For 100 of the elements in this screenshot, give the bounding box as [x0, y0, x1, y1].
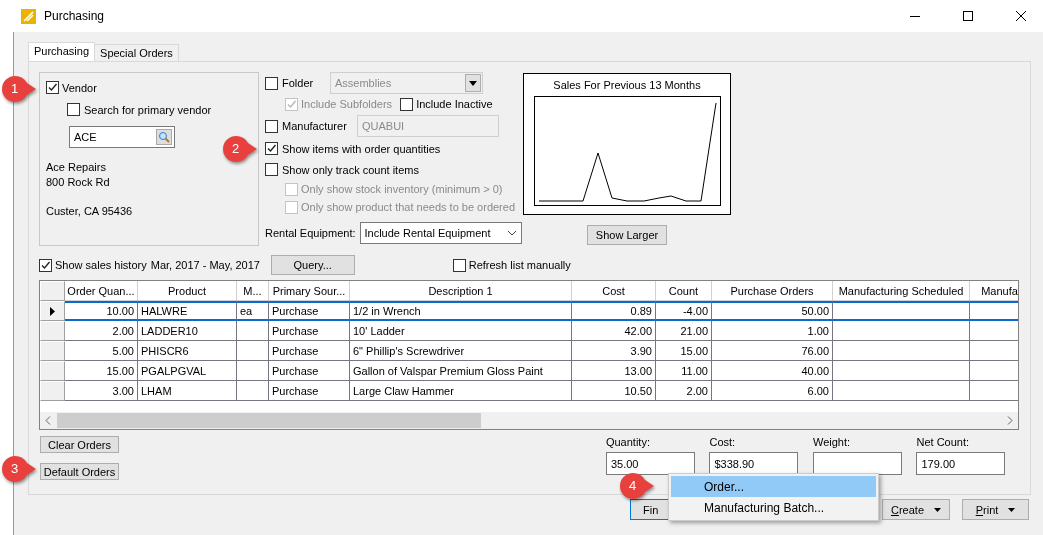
checkbox[interactable] — [452, 258, 466, 272]
caret-icon — [934, 507, 941, 512]
checkbox-label: Only show stock inventory (minimum > 0) — [301, 183, 503, 195]
table-cell: Large Claw Hammer — [350, 381, 572, 401]
column-header[interactable]: Count — [656, 281, 712, 301]
vendor-search-field[interactable]: ACE — [69, 126, 175, 148]
step-marker — [1, 455, 37, 483]
maximize-icon[interactable] — [962, 11, 973, 21]
query-button[interactable]: Query... — [270, 255, 355, 275]
rental-equipment-label: Rental Equipment: — [265, 227, 356, 239]
table-cell: 11.00 — [656, 361, 712, 381]
checkbox-label: Show only track count items — [282, 163, 419, 176]
rental-equipment-dropdown[interactable]: Include Rental Equipment — [359, 222, 522, 244]
total-label: Cost: — [709, 436, 737, 448]
row-header[interactable] — [40, 301, 65, 321]
menu-button[interactable]: Create — [881, 499, 950, 520]
column-header[interactable]: Primary Sour... — [269, 281, 350, 301]
total-field[interactable]: 179.00 — [916, 452, 1006, 475]
table-cell: -4.00 — [656, 301, 712, 321]
table-cell — [237, 361, 269, 381]
step-marker — [619, 472, 655, 500]
checkbox-label: Include Inactive — [416, 98, 493, 110]
table-cell: 2.00 — [656, 381, 712, 401]
step-marker — [222, 135, 258, 163]
table-cell: 10.50 — [572, 381, 656, 401]
table-cell — [237, 381, 269, 401]
search-icon[interactable] — [156, 129, 172, 145]
close-icon[interactable] — [1015, 11, 1026, 21]
checkbox-label: Only show product that needs to be ordered — [301, 201, 516, 213]
table-cell: Purchase — [269, 341, 350, 361]
table-cell: 10.00 — [65, 301, 138, 321]
table-cell: 76.00 — [712, 341, 833, 361]
table-cell: Purchase — [269, 301, 350, 321]
vendor-name: Ace Repairs — [46, 160, 107, 175]
step-number: 2 — [230, 141, 241, 156]
column-header[interactable]: Cost — [572, 281, 656, 301]
table-cell: Purchase — [269, 361, 350, 381]
table-cell: 50.00 — [712, 301, 833, 321]
table-cell: 3.00 — [65, 381, 138, 401]
step-number: 4 — [627, 478, 638, 493]
tab[interactable]: Special Orders — [94, 44, 179, 61]
caret-icon — [1008, 507, 1016, 512]
table-cell: 1.00 — [712, 321, 833, 341]
column-header[interactable]: Order Quan... — [65, 281, 138, 301]
table-cell: 10' Ladder — [350, 321, 572, 341]
column-header[interactable]: Manufacturing Scheduled — [833, 281, 970, 301]
checkbox-label: Show sales history — [55, 259, 147, 271]
order-button[interactable]: Clear Orders — [40, 436, 119, 453]
order-button[interactable]: Default Orders — [40, 463, 119, 480]
table-cell: 2.00 — [65, 321, 138, 341]
table-cell: 40.00 — [712, 361, 833, 381]
table-cell: 42.00 — [572, 321, 656, 341]
checkbox[interactable] — [400, 97, 414, 111]
table-cell: 15.00 — [656, 341, 712, 361]
vendor-street: 800 Rock Rd — [46, 175, 111, 190]
column-header[interactable]: Product — [138, 281, 237, 301]
checkbox-label: Search for primary vendor — [84, 103, 212, 116]
table-cell: PHISCR6 — [138, 341, 237, 361]
checkbox-label: Include Subfolders — [301, 98, 393, 110]
table-cell: 13.00 — [572, 361, 656, 381]
checkbox[interactable] — [39, 258, 52, 272]
total-label: Net Count: — [916, 436, 971, 448]
menu-item[interactable]: Order... — [671, 476, 876, 497]
table-cell: Purchase — [269, 381, 350, 401]
total-field[interactable]: 35.00 — [605, 452, 695, 475]
current-row-icon — [50, 306, 55, 316]
table-cell — [237, 321, 269, 341]
column-header[interactable]: Description 1 — [350, 281, 572, 301]
table-cell: 15.00 — [65, 361, 138, 381]
step-number: 1 — [9, 81, 20, 96]
step-number: 3 — [9, 461, 20, 476]
total-field[interactable]: $338.90 — [709, 452, 799, 475]
table-cell: 6.00 — [712, 381, 833, 401]
table-cell: 21.00 — [656, 321, 712, 341]
minimize-icon[interactable] — [909, 15, 920, 17]
chevron-down-icon — [506, 230, 517, 236]
window-title: Purchasing — [44, 9, 106, 23]
table-cell: 5.00 — [65, 341, 138, 361]
table-cell: ea — [237, 301, 269, 321]
table-cell: PGALPGVAL — [138, 361, 237, 381]
checkbox-label: Show items with order quantities — [282, 142, 441, 155]
checkbox[interactable] — [67, 103, 80, 116]
table-cell — [237, 341, 269, 361]
checkbox-label: Refresh list manually — [468, 259, 571, 271]
checkbox[interactable] — [265, 163, 278, 176]
menu-item[interactable]: Manufacturing Batch... — [671, 497, 876, 518]
checkbox-label: Folder — [282, 77, 315, 89]
column-header[interactable]: Purchase Orders — [712, 281, 833, 301]
tab[interactable]: Purchasing — [28, 42, 96, 61]
total-field[interactable] — [812, 452, 902, 475]
app-icon — [21, 8, 36, 24]
checkbox[interactable] — [265, 142, 278, 155]
step-marker — [1, 75, 37, 103]
checkbox[interactable] — [46, 81, 59, 94]
column-header[interactable]: M... — [237, 281, 269, 301]
show-larger-button[interactable]: Show Larger — [586, 225, 668, 245]
table-cell: 0.89 — [572, 301, 656, 321]
table-cell: 6" Phillip's Screwdriver — [350, 341, 572, 361]
menu-button[interactable]: Print — [962, 499, 1029, 520]
vendor-label: Vendor — [62, 81, 97, 94]
